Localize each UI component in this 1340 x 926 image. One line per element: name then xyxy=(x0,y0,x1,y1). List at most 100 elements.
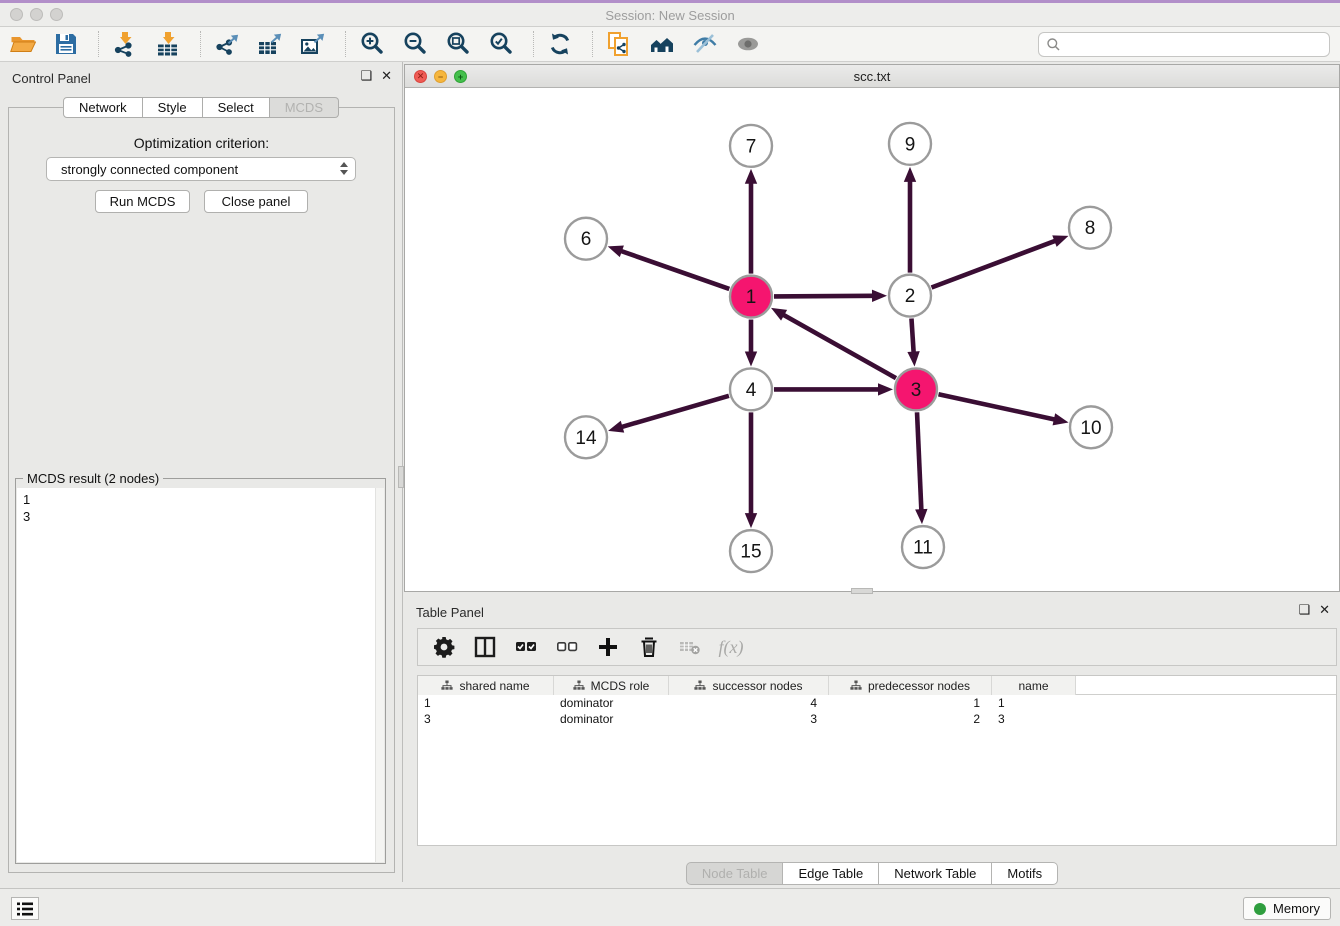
run-mcds-button[interactable]: Run MCDS xyxy=(95,190,190,213)
table-body: 1dominator4113dominator323 xyxy=(418,695,1336,727)
control-panel-tabs: NetworkStyleSelectMCDS xyxy=(0,97,402,118)
close-panel-icon[interactable]: ✕ xyxy=(381,68,392,83)
graph-node-14[interactable]: 14 xyxy=(565,416,607,458)
home-icon[interactable] xyxy=(648,31,675,58)
export-table-icon[interactable] xyxy=(256,31,283,58)
save-icon[interactable] xyxy=(52,31,79,58)
graph-node-4[interactable]: 4 xyxy=(730,368,772,410)
graph-edge-3-1[interactable] xyxy=(771,308,896,378)
tab-edge-table[interactable]: Edge Table xyxy=(783,862,879,885)
graph-edge-4-14[interactable] xyxy=(608,396,729,433)
export-network-icon[interactable] xyxy=(213,31,240,58)
clone-network-icon[interactable] xyxy=(605,31,632,58)
network-window-titlebar[interactable]: ✕ − + scc.txt xyxy=(405,65,1339,88)
import-table-icon[interactable] xyxy=(154,31,181,58)
horizontal-splitter-grip[interactable] xyxy=(851,588,873,594)
vertical-splitter-grip[interactable] xyxy=(398,466,404,488)
mcds-tab-content: Optimization criterion: strongly connect… xyxy=(8,107,395,873)
svg-text:6: 6 xyxy=(581,229,592,250)
table-row[interactable]: 1dominator411 xyxy=(418,695,1336,711)
table-header-row: shared nameMCDS rolesuccessor nodesprede… xyxy=(418,676,1336,695)
zoom-selected-icon[interactable] xyxy=(487,31,514,58)
toolbar-separator xyxy=(98,31,99,57)
graph-edge-1-4[interactable] xyxy=(745,320,757,367)
tab-motifs[interactable]: Motifs xyxy=(992,862,1058,885)
graph-node-8[interactable]: 8 xyxy=(1069,207,1111,249)
gear-icon[interactable] xyxy=(432,635,456,659)
tab-network-table[interactable]: Network Table xyxy=(879,862,992,885)
graph-node-7[interactable]: 7 xyxy=(730,125,772,167)
criterion-dropdown[interactable]: strongly connected component xyxy=(46,157,356,181)
column-header-name[interactable]: name xyxy=(992,676,1076,695)
network-canvas[interactable]: 7 9 6 8 1 2 4 3 14 10 15 11 xyxy=(405,88,1339,591)
tree-column-icon xyxy=(573,680,585,692)
tab-select[interactable]: Select xyxy=(203,97,270,118)
split-view-icon[interactable] xyxy=(473,635,497,659)
graph-edge-4-3[interactable] xyxy=(774,383,893,395)
graph-edge-1-7[interactable] xyxy=(745,169,757,274)
network-view-window: ✕ − + scc.txt 7 9 6 8 1 2 4 3 14 10 15 11 xyxy=(404,64,1340,592)
mcds-result-textarea[interactable]: 1 3 xyxy=(17,488,384,862)
select-all-icon[interactable] xyxy=(514,635,538,659)
delete-row-icon[interactable] xyxy=(637,635,661,659)
table-row[interactable]: 3dominator323 xyxy=(418,711,1336,727)
refresh-icon[interactable] xyxy=(546,31,573,58)
status-bar: Memory xyxy=(0,888,1340,926)
graph-node-1[interactable]: 1 xyxy=(730,276,772,318)
zoom-in-icon[interactable] xyxy=(358,31,385,58)
column-header-predecessor-nodes[interactable]: predecessor nodes xyxy=(829,676,992,695)
panel-list-button[interactable] xyxy=(11,897,39,920)
graph-node-10[interactable]: 10 xyxy=(1070,406,1112,448)
graph-node-3[interactable]: 3 xyxy=(895,368,937,410)
add-row-icon[interactable] xyxy=(596,635,620,659)
graph-edge-2-9[interactable] xyxy=(904,167,916,273)
mcds-result-title: MCDS result (2 nodes) xyxy=(23,471,163,486)
function-icon[interactable]: f(x) xyxy=(719,635,743,659)
delete-table-icon[interactable] xyxy=(678,635,702,659)
memory-button[interactable]: Memory xyxy=(1243,897,1331,920)
zoom-out-icon[interactable] xyxy=(401,31,428,58)
memory-label: Memory xyxy=(1273,901,1320,916)
deselect-all-icon[interactable] xyxy=(555,635,579,659)
graph-edge-3-10[interactable] xyxy=(938,394,1068,425)
eye-icon[interactable] xyxy=(734,31,761,58)
table-panel: Table Panel ❑ ✕ f(x) shared nameMCDS rol… xyxy=(404,596,1340,888)
graph-edge-2-8[interactable] xyxy=(932,235,1069,287)
open-folder-icon[interactable] xyxy=(9,31,36,58)
list-icon xyxy=(16,901,34,917)
zoom-fit-icon[interactable] xyxy=(444,31,471,58)
toolbar-separator xyxy=(200,31,201,57)
graph-node-11[interactable]: 11 xyxy=(902,526,944,568)
result-scrollbar[interactable] xyxy=(375,488,384,862)
graph-edge-1-6[interactable] xyxy=(608,245,730,289)
column-header-MCDS-role[interactable]: MCDS role xyxy=(554,676,669,695)
graph-node-9[interactable]: 9 xyxy=(889,123,931,165)
close-panel-button[interactable]: Close panel xyxy=(204,190,308,213)
svg-text:1: 1 xyxy=(746,287,757,308)
tab-mcds[interactable]: MCDS xyxy=(270,97,339,118)
graph-edge-4-15[interactable] xyxy=(745,412,757,528)
tab-style[interactable]: Style xyxy=(143,97,203,118)
graph-edge-2-3[interactable] xyxy=(907,318,919,366)
graph-node-15[interactable]: 15 xyxy=(730,530,772,572)
tab-network[interactable]: Network xyxy=(63,97,143,118)
float-panel-icon[interactable]: ❑ xyxy=(360,68,372,83)
search-field[interactable] xyxy=(1038,32,1330,57)
mcds-result-groupbox: MCDS result (2 nodes) 1 3 xyxy=(15,478,386,864)
graph-node-6[interactable]: 6 xyxy=(565,218,607,260)
close-table-panel-icon[interactable]: ✕ xyxy=(1319,602,1330,617)
column-header-shared-name[interactable]: shared name xyxy=(418,676,554,695)
svg-text:8: 8 xyxy=(1085,218,1096,239)
float-table-panel-icon[interactable]: ❑ xyxy=(1298,602,1310,617)
export-image-icon[interactable] xyxy=(299,31,326,58)
graph-edge-3-11[interactable] xyxy=(915,412,927,524)
graph-node-2[interactable]: 2 xyxy=(889,275,931,317)
column-header-successor-nodes[interactable]: successor nodes xyxy=(669,676,829,695)
svg-text:15: 15 xyxy=(740,542,761,563)
graph-edge-1-2[interactable] xyxy=(774,290,887,302)
hide-eye-icon[interactable] xyxy=(691,31,718,58)
svg-text:4: 4 xyxy=(746,380,757,401)
search-input[interactable] xyxy=(1061,35,1329,55)
tab-node-table[interactable]: Node Table xyxy=(686,862,784,885)
import-network-icon[interactable] xyxy=(111,31,138,58)
